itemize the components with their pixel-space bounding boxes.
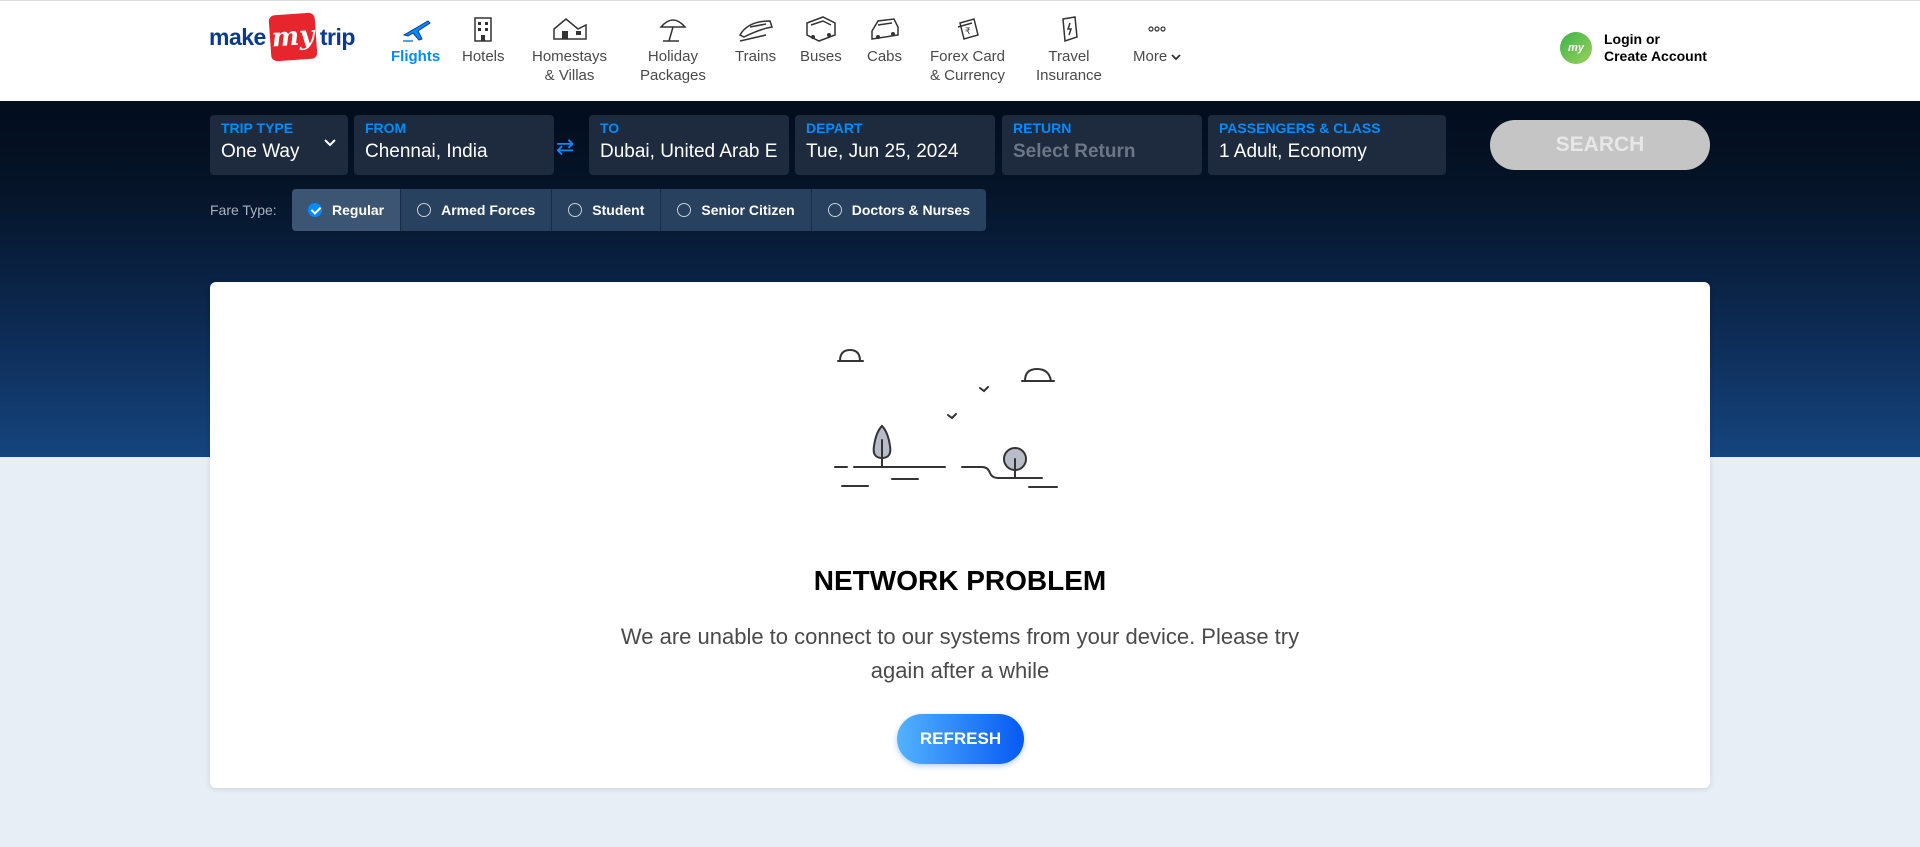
login-text: Login or Create Account <box>1604 31 1707 65</box>
nav-hotels[interactable]: Hotels <box>462 13 505 66</box>
nav-holiday-packages[interactable]: Holiday Packages <box>640 13 706 85</box>
fare-option-regular[interactable]: Regular <box>292 189 402 231</box>
insurance-icon <box>1062 16 1078 43</box>
trip-type-label: TRIP TYPE <box>221 120 294 136</box>
swap-icon[interactable]: ⇄ <box>556 134 574 160</box>
nav-forex-label-1: Forex Card <box>930 48 1006 65</box>
trip-type-dropdown[interactable]: TRIP TYPE One Way <box>210 115 348 175</box>
fare-type-label: Fare Type: <box>210 202 277 218</box>
nav-travel-insurance[interactable]: Travel Insurance <box>1036 13 1102 85</box>
passengers-class-field[interactable]: PASSENGERS & CLASS 1 Adult, Economy <box>1208 115 1446 175</box>
depart-label: DEPART <box>806 120 863 136</box>
nav-buses-label: Buses <box>800 48 842 65</box>
train-icon <box>738 20 773 42</box>
login-button[interactable]: my Login or Create Account <box>1560 31 1707 65</box>
nav-cabs[interactable]: Cabs <box>867 13 902 66</box>
logo-trip-text: trip <box>319 23 356 50</box>
logo-make-text: make <box>209 23 266 50</box>
network-error-illustration <box>834 348 1058 488</box>
more-icon <box>1148 26 1166 32</box>
to-label: TO <box>600 120 620 136</box>
to-value: Dubai, United Arab Emirates <box>600 141 778 162</box>
return-label: RETURN <box>1013 120 1072 136</box>
fare-option-senior-citizen[interactable]: Senior Citizen <box>661 189 812 231</box>
forex-icon: ₹ <box>957 18 979 40</box>
logo-my-badge: my <box>268 12 318 62</box>
svg-text:₹: ₹ <box>965 27 971 37</box>
nav-insurance-label-2: Insurance <box>1036 67 1102 84</box>
fare-option-label: Regular <box>332 202 385 218</box>
radio-icon <box>677 203 692 217</box>
radio-icon <box>568 203 583 217</box>
nav-trains-label: Trains <box>735 48 777 65</box>
from-field[interactable]: FROM Chennai, India <box>354 115 554 175</box>
error-title: NETWORK PROBLEM <box>813 565 1107 596</box>
nav-buses[interactable]: Buses <box>800 13 842 66</box>
login-line2: Create Account <box>1604 48 1707 64</box>
radio-icon <box>827 203 842 217</box>
fare-option-label: Senior Citizen <box>701 202 795 218</box>
nav-holiday-label-1: Holiday <box>647 48 698 65</box>
error-message: We are unable to connect to our systems … <box>620 624 1300 683</box>
nav-homestays[interactable]: Homestays & Villas <box>532 13 607 85</box>
chevron-down-icon <box>1171 54 1181 61</box>
top-header: make my trip Flights Hotels Homestays & … <box>0 0 1920 101</box>
makemytrip-logo[interactable]: make my trip <box>209 12 356 62</box>
passengers-value: 1 Adult, Economy <box>1219 141 1367 162</box>
from-value: Chennai, India <box>365 141 488 162</box>
depart-field[interactable]: DEPART Tue, Jun 25, 2024 <box>795 115 995 175</box>
nav-forex[interactable]: ₹ Forex Card & Currency <box>930 13 1005 85</box>
nav-cabs-label: Cabs <box>867 48 903 65</box>
passengers-label: PASSENGERS & CLASS <box>1219 120 1381 136</box>
nav-flights-label: Flights <box>391 48 441 65</box>
to-field[interactable]: TO Dubai, United Arab Emirates <box>589 115 789 175</box>
login-line1: Login or <box>1604 31 1660 47</box>
trip-type-value: One Way <box>221 141 300 162</box>
depart-value: Tue, Jun 25, 2024 <box>806 141 959 162</box>
nav-holiday-label-2: Packages <box>640 67 706 84</box>
nav-flights[interactable]: Flights <box>391 13 440 66</box>
fare-option-armed-forces[interactable]: Armed Forces <box>401 189 553 231</box>
fare-type-group: Regular Armed Forces Student Senior Citi… <box>292 189 987 231</box>
checkbox-checked-icon <box>308 203 322 217</box>
umbrella-icon <box>659 19 687 42</box>
nav-homestays-label-2: & Villas <box>544 67 595 84</box>
return-placeholder: Select Return <box>1013 141 1136 162</box>
hotel-icon <box>474 17 493 42</box>
nav-more[interactable]: More <box>1133 13 1181 66</box>
nav-hotels-label: Hotels <box>462 48 505 65</box>
villa-icon <box>552 18 587 40</box>
fare-option-label: Doctors & Nurses <box>851 202 971 218</box>
from-label: FROM <box>365 120 407 136</box>
nav-more-label: More <box>1133 48 1168 65</box>
search-button[interactable]: SEARCH <box>1490 120 1710 170</box>
chevron-down-icon <box>324 139 336 147</box>
error-card: NETWORK PROBLEM We are unable to connect… <box>210 282 1710 788</box>
nav-forex-label-2: & Currency <box>930 67 1006 84</box>
plane-icon <box>402 20 431 42</box>
return-field[interactable]: RETURN Select Return <box>1002 115 1202 175</box>
fare-option-label: Armed Forces <box>441 202 536 218</box>
nav-insurance-label-1: Travel <box>1048 48 1090 65</box>
cab-icon <box>870 18 899 40</box>
fare-option-student[interactable]: Student <box>552 189 662 231</box>
bus-icon <box>806 16 836 42</box>
avatar: my <box>1560 32 1592 64</box>
refresh-button[interactable]: REFRESH <box>897 714 1024 764</box>
nav-homestays-label-1: Homestays <box>532 48 608 65</box>
fare-option-doctors-nurses[interactable]: Doctors & Nurses <box>812 189 986 231</box>
nav-trains[interactable]: Trains <box>735 13 776 66</box>
radio-icon <box>417 203 432 217</box>
fare-option-label: Student <box>592 202 645 218</box>
